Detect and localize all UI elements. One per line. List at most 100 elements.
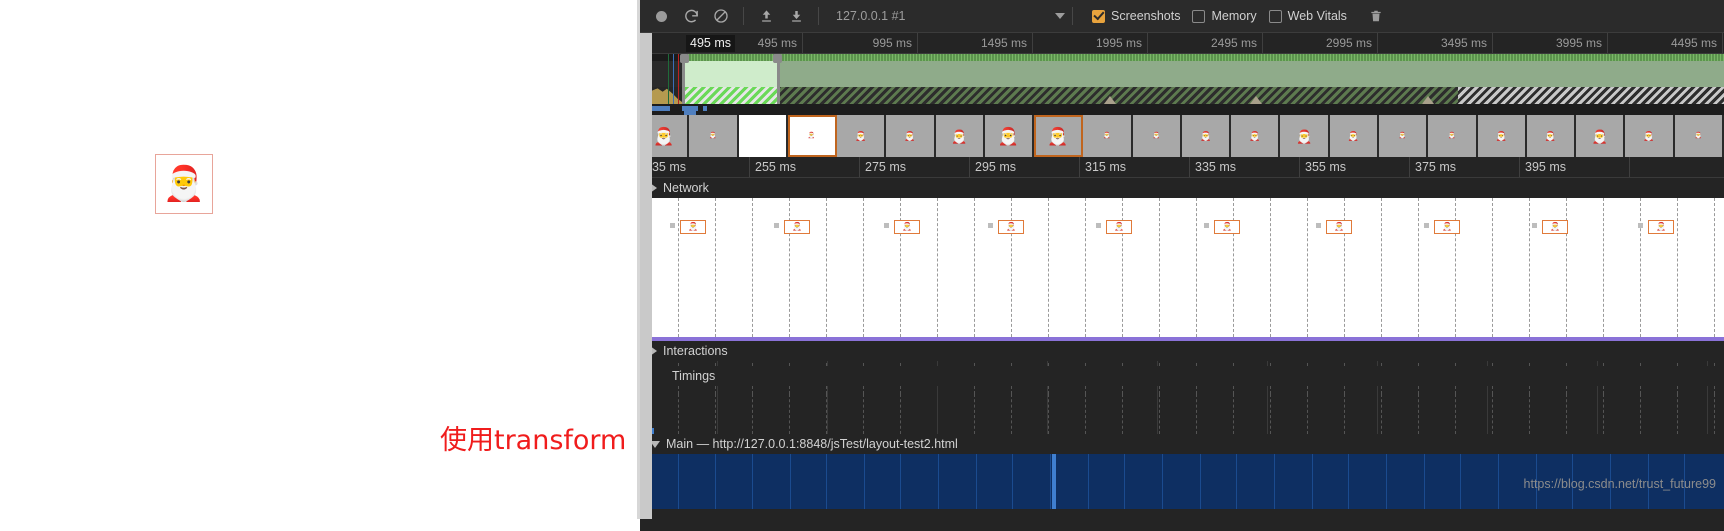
- collect-garbage-button[interactable]: [1361, 3, 1391, 29]
- track-row-interactions[interactable]: Interactions: [640, 341, 1724, 366]
- filmstrip-frame[interactable]: 🎅: [1181, 115, 1232, 157]
- overview-responsiveness-strip: [640, 54, 1724, 61]
- filmstrip-frame[interactable]: 🎅: [837, 115, 887, 157]
- reload-and-record-button[interactable]: [676, 3, 706, 29]
- network-request[interactable]: 🎅: [1648, 220, 1674, 234]
- web-vitals-checkbox[interactable]: Web Vitals: [1268, 9, 1347, 23]
- network-request[interactable]: 🎅: [1434, 220, 1460, 234]
- filmstrip-frame[interactable]: 🎅: [1576, 115, 1626, 157]
- filmstrip-frame[interactable]: 🎅: [1378, 115, 1429, 157]
- main-flame-separator: [1460, 454, 1461, 509]
- main-tick: 295 ms: [975, 160, 1016, 174]
- network-request-icon: 🎅: [1114, 222, 1124, 231]
- filmstrip-frame[interactable]: 🎅: [1329, 115, 1379, 157]
- filmstrip-thumbnail-icon: 🎅: [1643, 130, 1655, 141]
- track-gridline: [1529, 394, 1530, 434]
- main-flame-separator: [752, 454, 753, 509]
- network-request[interactable]: 🎅: [1106, 220, 1132, 234]
- filmstrip-frame[interactable]: 🎅: [1674, 115, 1724, 157]
- network-gridline: [1603, 198, 1604, 337]
- network-gridline: [1566, 198, 1567, 337]
- main-tick: 315 ms: [1085, 160, 1126, 174]
- mario-sprite-icon: 🎅: [162, 165, 206, 203]
- filmstrip-thumbnail-icon: 🎅: [1199, 130, 1212, 141]
- panel-left-gutter: [640, 33, 652, 519]
- main-flame-separator: [864, 454, 865, 509]
- filmstrip-frame[interactable]: 🎅: [984, 115, 1035, 157]
- load-profile-button[interactable]: [751, 3, 781, 29]
- network-request[interactable]: 🎅: [1214, 220, 1240, 234]
- filmstrip-frame[interactable]: 🎅: [1083, 115, 1133, 157]
- track-major-gridline: [827, 394, 828, 434]
- overview-right-handle[interactable]: [773, 54, 782, 63]
- track-header-interactions[interactable]: Interactions: [640, 341, 1724, 361]
- performance-toolbar: 127.0.0.1 #1 Screenshots Memory Web Vita…: [640, 0, 1724, 33]
- filmstrip-frame[interactable]: 🎅: [1231, 115, 1281, 157]
- network-gridline: [1344, 198, 1345, 337]
- overview-minimap[interactable]: [640, 54, 1724, 104]
- track-header-network[interactable]: Network: [640, 178, 1724, 198]
- overview-selection-cpu: [685, 87, 777, 104]
- filmstrip-thumbnail-icon: 🎅: [1103, 133, 1111, 139]
- track-gridline: [1085, 394, 1086, 434]
- overview-vertical-marker: [673, 54, 674, 104]
- filmstrip-frame[interactable]: 🎅: [1034, 115, 1084, 157]
- filmstrip-frame[interactable]: 🎅: [1477, 115, 1527, 157]
- filmstrip-frame[interactable]: 🎅: [1625, 115, 1675, 157]
- filmstrip-frame[interactable]: 🎅: [1526, 115, 1577, 157]
- upload-icon: [761, 10, 771, 22]
- overview-tick: 1495 ms: [980, 36, 1027, 50]
- filmstrip-thumbnail-icon: 🎅: [1295, 128, 1313, 144]
- overview-selection-window[interactable]: [680, 54, 782, 104]
- network-request-marker: [1204, 223, 1209, 228]
- target-dropdown[interactable]: 127.0.0.1 #1: [830, 4, 1065, 28]
- filmstrip-frame[interactable]: 🎅: [1280, 115, 1330, 157]
- track-label-network: Network: [663, 181, 709, 195]
- overview-left-handle[interactable]: [680, 54, 689, 63]
- track-row-main[interactable]: Main — http://127.0.0.1:8848/jsTest/layo…: [640, 428, 1724, 454]
- track-header-timings[interactable]: Timings: [640, 366, 1724, 386]
- network-request[interactable]: 🎅: [680, 220, 706, 234]
- save-profile-button[interactable]: [781, 3, 811, 29]
- filmstrip-frame[interactable]: 🎅: [1132, 115, 1182, 157]
- track-major-gridline: [937, 394, 938, 434]
- overview-time-ruler[interactable]: 495 ms 495 ms 995 ms 1495 ms 1995 ms 249…: [640, 33, 1724, 54]
- network-track-body[interactable]: 🎅 🎅 🎅 🎅 🎅 🎅 🎅 🎅 🎅 🎅: [640, 198, 1724, 337]
- track-gridline: [1011, 394, 1012, 434]
- main-flame-highlight[interactable]: [1052, 454, 1056, 509]
- page-caption: 使用transform: [440, 425, 627, 456]
- clear-button[interactable]: [706, 3, 736, 29]
- filmstrip-frame[interactable]: 🎅: [935, 115, 985, 157]
- network-gridline: [1233, 198, 1234, 337]
- track-gridline: [1270, 394, 1271, 434]
- screenshots-checkbox[interactable]: Screenshots: [1092, 9, 1180, 23]
- track-gridline: [974, 394, 975, 434]
- overview-tick: 3495 ms: [1440, 36, 1487, 50]
- filmstrip-frame[interactable]: 🎅: [886, 115, 936, 157]
- track-header-main[interactable]: Main — http://127.0.0.1:8848/jsTest/layo…: [640, 434, 1724, 454]
- track-row-timings[interactable]: Timings: [640, 366, 1724, 394]
- main-flame-separator: [790, 454, 791, 509]
- filmstrip-frame[interactable]: 🎅: [1428, 115, 1478, 157]
- main-flame-separator: [1124, 454, 1125, 509]
- filmstrip-frame[interactable]: 🎅: [689, 115, 739, 157]
- network-request[interactable]: 🎅: [894, 220, 920, 234]
- memory-checkbox[interactable]: Memory: [1192, 9, 1257, 23]
- main-time-ruler[interactable]: 235 ms 255 ms 275 ms 295 ms 315 ms 335 m…: [640, 157, 1724, 178]
- filmstrip-frame[interactable]: [738, 115, 788, 157]
- filmstrip[interactable]: 🎅 🎅 🎅 🎅 🎅 🎅 🎅 🎅 🎅 🎅 🎅 🎅 🎅 🎅 🎅 🎅 🎅 🎅 🎅 🎅 🎅: [640, 115, 1724, 157]
- network-request[interactable]: 🎅: [1326, 220, 1352, 234]
- overview-marker: [1104, 96, 1116, 104]
- record-button[interactable]: [646, 3, 676, 29]
- network-request[interactable]: 🎅: [1542, 220, 1568, 234]
- network-request[interactable]: 🎅: [998, 220, 1024, 234]
- overview-tick: 2495 ms: [1210, 36, 1257, 50]
- filmstrip-thumbnail-icon: 🎅: [1544, 130, 1557, 141]
- overview-selection-frames: [685, 61, 777, 87]
- filmstrip-frame[interactable]: 🎅: [787, 115, 838, 157]
- network-gridline: [1048, 198, 1049, 337]
- network-request-icon: 🎅: [1656, 222, 1666, 231]
- overview-cpu-hatch-grey: [1458, 87, 1724, 104]
- network-gridline: [974, 198, 975, 337]
- network-request[interactable]: 🎅: [784, 220, 810, 234]
